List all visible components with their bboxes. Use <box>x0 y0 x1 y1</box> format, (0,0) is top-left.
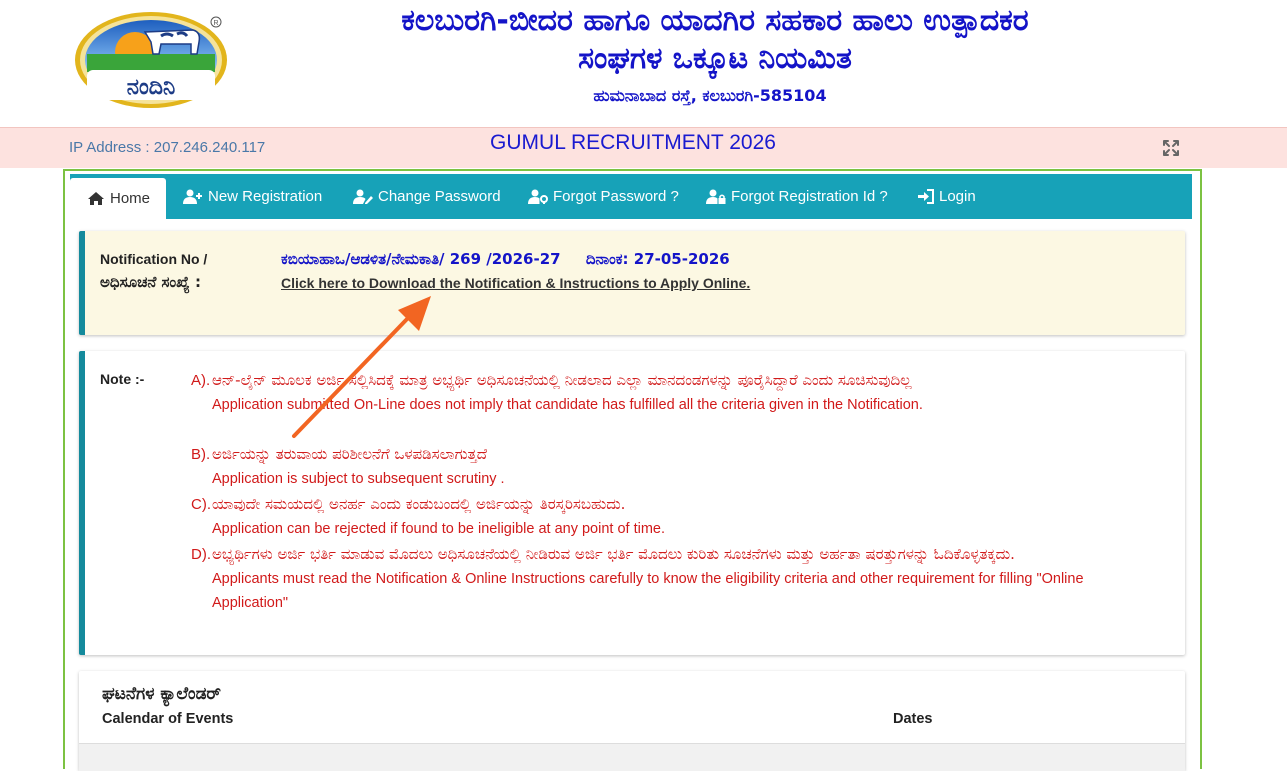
svg-text:ನಂದಿನಿ: ನಂದಿನಿ <box>127 75 175 100</box>
note-item-d: D).ಅಭ್ಯರ್ಥಿಗಳು ಅರ್ಜಿ ಭರ್ತಿ ಮಾಡುವ ಮೊದಲು ಅ… <box>191 542 1151 615</box>
svg-text:R: R <box>213 20 218 27</box>
note-item-c: C).ಯಾವುದೇ ಸಮಯದಲ್ಲಿ ಅನರ್ಹ ಎಂದು ಕಂಡುಬಂದಲ್ಲ… <box>191 492 1151 541</box>
notification-date: ದಿನಾಂಕ: 27-05-2026 <box>585 250 730 268</box>
site-header: ನಂದಿನಿ R ಕಲಬುರಗಿ-ಬೀದರ ಹಾಗೂ ಯಾದಗಿರ ಸಹಕಾರ … <box>0 0 1287 127</box>
note-text-en: Applicants must read the Notification & … <box>212 571 1084 611</box>
note-panel: Note :- A). ಆನ್-ಲೈನ್ ಮೂಲಕ ಅರ್ಜಿ ಸಲ್ಲಿಸಿದಕ… <box>79 351 1185 655</box>
home-icon <box>88 192 104 205</box>
org-title-line1: ಕಲಬುರಗಿ-ಬೀದರ ಹಾಗೂ ಯಾದಗಿರ ಸಹಕಾರ ಹಾಲು ಉತ್ಪ… <box>401 3 1029 38</box>
calendar-panel: ಘಟನೆಗಳ ಕ್ಯಾಲೆಂಡರ್ Calendar of Events Dat… <box>79 671 1185 771</box>
notification-number-line: ಕಬಿಯಾಹಾಒ/ಆಡಳಿತ/ನೇಮಕಾತಿ/ 269 /2026-27 ದಿನ… <box>281 250 730 268</box>
nav-change-password-label: Change Password <box>378 188 501 205</box>
user-lock-icon <box>706 189 726 204</box>
nav-forgot-password[interactable]: Forgot Password ? <box>528 174 679 219</box>
user-plus-icon <box>183 189 202 204</box>
notification-number: ಕಬಿಯಾಹಾಒ/ಆಡಳಿತ/ನೇಮಕಾತಿ/ 269 /2026-27 <box>281 250 561 268</box>
note-text-kn: ಯಾವುದೇ ಸಮಯದಲ್ಲಿ ಅನರ್ಹ ಎಂದು ಕಂಡುಬಂದಲ್ಲಿ ಅ… <box>212 495 626 513</box>
nav-login[interactable]: Login <box>917 174 976 219</box>
calendar-title-kn: ಘಟನೆಗಳ ಕ್ಯಾಲೆಂಡರ್ <box>102 684 221 704</box>
nav-forgot-registration-id[interactable]: Forgot Registration Id ? <box>706 174 888 219</box>
note-text-kn: ಅಭ್ಯರ್ಥಿಗಳು ಅರ್ಜಿ ಭರ್ತಿ ಮಾಡುವ ಮೊದಲು ಅಧಿಸ… <box>212 545 1015 563</box>
download-notification-link[interactable]: Click here to Download the Notification … <box>281 275 750 291</box>
nav-forgot-password-label: Forgot Password ? <box>553 188 679 205</box>
note-letter: C). <box>191 496 211 513</box>
notification-label-en: Notification No / <box>100 251 208 267</box>
fullscreen-icon[interactable] <box>1162 139 1180 157</box>
user-edit-icon <box>353 189 373 204</box>
nav-change-password[interactable]: Change Password <box>353 174 501 219</box>
org-title-line2: ಸಂಘಗಳ ಒಕ್ಕೂಟ ನಿಯಮಿತ <box>578 41 852 76</box>
user-key-icon <box>528 189 548 204</box>
nav-new-registration-label: New Registration <box>208 188 323 205</box>
note-item-b: B). ಅರ್ಜಿಯನ್ನು ತರುವಾಯ ಪರಿಶೀಲನೆಗೆ ಒಳಪಡಿಸಲಾ… <box>191 442 1151 491</box>
notification-label-kn: ಅಧಿಸೂಚನೆ ಸಂಖ್ಯೆ : <box>100 273 201 291</box>
calendar-title-en: Calendar of Events <box>102 711 234 727</box>
note-text-en: Application is subject to subsequent scr… <box>212 471 505 487</box>
note-text-en: Application submitted On-Line does not i… <box>212 397 923 413</box>
nav-forgot-registration-id-label: Forgot Registration Id ? <box>731 188 888 205</box>
info-strip: IP Address : 207.246.240.117 GUMUL RECRU… <box>0 127 1287 168</box>
note-text-kn: ಆನ್-ಲೈನ್ ಮೂಲಕ ಅರ್ಜಿ ಸಲ್ಲಿಸಿದಕ್ಕೆ ಮಾತ್ರ ಅ… <box>212 371 912 389</box>
notification-panel: Notification No / ಅಧಿಸೂಚನೆ ಸಂಖ್ಯೆ : ಕಬಿಯ… <box>79 231 1185 335</box>
nav-new-registration[interactable]: New Registration <box>183 174 322 219</box>
note-letter: B). <box>191 446 211 463</box>
note-letter: A). <box>191 372 211 389</box>
nandini-logo: ನಂದಿನಿ R <box>75 12 227 108</box>
recruitment-title: GUMUL RECRUITMENT 2026 <box>490 131 776 154</box>
nav-login-label: Login <box>939 188 976 205</box>
nav-home-label: Home <box>110 190 151 207</box>
note-item-a: A). ಆನ್-ಲೈನ್ ಮೂಲಕ ಅರ್ಜಿ ಸಲ್ಲಿಸಿದಕ್ಕೆ ಮಾತ್… <box>191 368 1151 417</box>
calendar-dates-header: Dates <box>893 711 933 727</box>
nav-home[interactable]: Home <box>70 178 167 219</box>
note-label: Note :- <box>100 371 145 387</box>
note-text-kn: ಅರ್ಜಿಯನ್ನು ತರುವಾಯ ಪರಿಶೀಲನೆಗೆ ಒಳಪಡಿಸಲಾಗುತ… <box>212 445 488 463</box>
main-nav: Home New Registration Change Password Fo… <box>70 174 1192 219</box>
calendar-table-row <box>79 743 1185 771</box>
note-letter: D). <box>191 546 211 563</box>
note-text-en: Application can be rejected if found to … <box>212 521 666 537</box>
org-address: ಹುಮನಾಬಾದ ರಸ್ತೆ, ಕಲಬುರಗಿ-585104 <box>593 86 827 105</box>
ip-address: IP Address : 207.246.240.117 <box>69 139 266 156</box>
sign-in-icon <box>918 189 934 204</box>
